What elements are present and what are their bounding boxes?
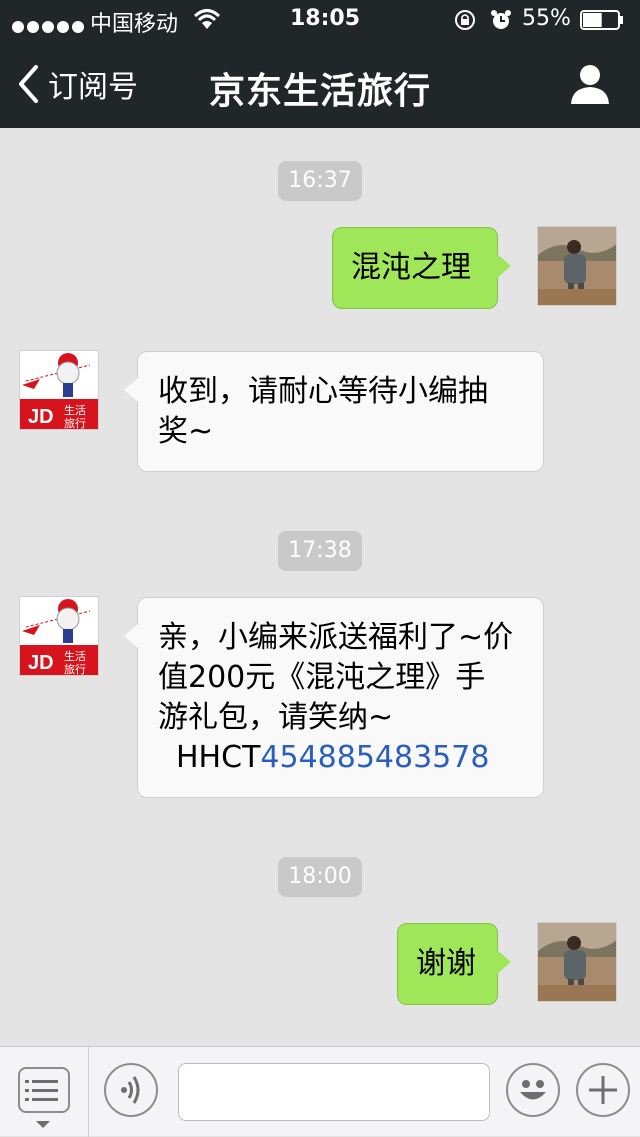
user-avatar[interactable]	[537, 922, 617, 1002]
battery-percentage: 55%	[522, 6, 571, 31]
toolbar-divider	[88, 1047, 89, 1137]
person-icon[interactable]	[568, 62, 612, 106]
jd-travel-logo: JD 生活 旅行	[20, 597, 98, 676]
jd-logo-line2: 旅行	[64, 662, 86, 676]
jd-logo-line1: 生活	[64, 649, 86, 663]
message-line: 亲，小编来派送福利了~价	[158, 620, 514, 655]
timestamp: 17:38	[278, 531, 362, 571]
list-menu-icon[interactable]	[18, 1067, 70, 1113]
carrier-name: 中国移动	[90, 12, 179, 37]
menu-caret-icon	[36, 1121, 50, 1128]
status-bar: 中国移动 18:05 55%	[0, 0, 640, 40]
outgoing-message[interactable]: 混沌之理	[332, 227, 511, 309]
incoming-message[interactable]: 收到，请耐心等待小编抽 奖~	[124, 351, 544, 472]
status-time: 18:05	[290, 6, 361, 31]
rotation-lock-icon	[455, 10, 475, 30]
message-input[interactable]	[178, 1063, 490, 1121]
incoming-message[interactable]: 亲，小编来派送福利了~价 值200元《混沌之理》手 游礼包，请笑纳~ HHCT4…	[124, 597, 544, 798]
jd-logo-line2: 旅行	[64, 416, 86, 430]
message-line: 奖~	[158, 414, 214, 449]
plus-icon[interactable]	[576, 1063, 630, 1117]
jd-logo-brand: JD	[28, 406, 54, 428]
user-photo	[538, 923, 616, 1001]
timestamp: 18:00	[278, 857, 362, 897]
jd-avatar[interactable]: JD 生活 旅行	[19, 350, 99, 430]
outgoing-message[interactable]: 谢谢	[397, 923, 511, 1005]
alarm-icon	[491, 10, 511, 29]
message-line: 值200元《混沌之理》手	[158, 660, 486, 695]
jd-travel-logo: JD 生活 旅行	[20, 351, 98, 430]
message-text: 混沌之理	[351, 250, 471, 285]
gift-code-line: HHCT454885483578	[158, 738, 523, 778]
user-photo	[538, 227, 616, 305]
timestamp: 16:37	[278, 161, 362, 201]
battery-icon	[580, 10, 623, 30]
chat-area[interactable]: 16:37 混沌之理 JD 生活 旅行 收到，请耐心等待小编抽 奖~ 17:38…	[0, 128, 640, 1046]
gift-code-number-link[interactable]: 454885483578	[260, 740, 489, 775]
top-bar: 中国移动 18:05 55% 订阅号 京东生活旅行	[0, 0, 640, 128]
user-avatar[interactable]	[537, 226, 617, 306]
smiley-icon[interactable]	[506, 1063, 560, 1117]
chat-title: 京东生活旅行	[208, 71, 431, 112]
jd-avatar[interactable]: JD 生活 旅行	[19, 596, 99, 676]
input-toolbar	[0, 1046, 640, 1137]
gift-code-prefix: HHCT	[176, 740, 261, 775]
jd-logo-brand: JD	[28, 652, 54, 674]
navigation-bar: 订阅号 京东生活旅行	[0, 40, 640, 128]
wifi-icon	[194, 9, 220, 29]
voice-icon[interactable]	[104, 1063, 158, 1117]
jd-logo-line1: 生活	[64, 403, 86, 417]
message-line: 游礼包，请笑纳~	[158, 700, 394, 735]
message-line: 收到，请耐心等待小编抽	[158, 374, 488, 409]
signal-strength-icon	[12, 14, 87, 39]
message-text: 谢谢	[416, 946, 476, 981]
